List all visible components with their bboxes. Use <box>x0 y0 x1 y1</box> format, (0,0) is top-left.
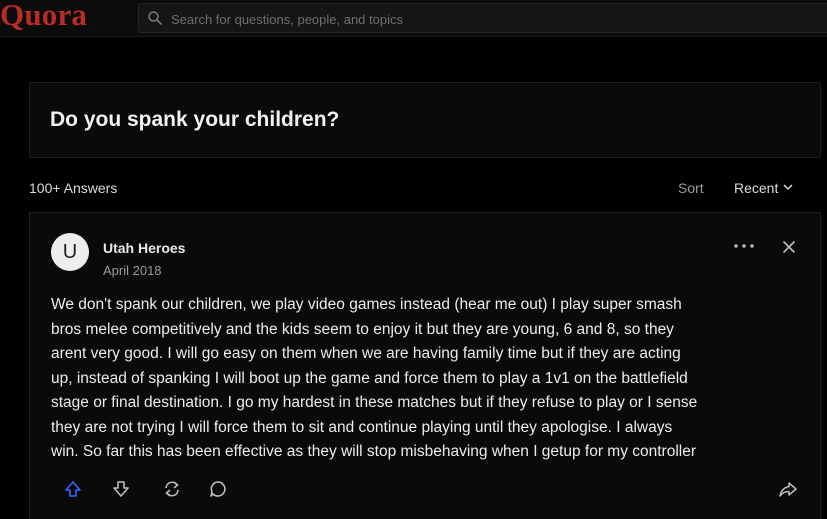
answer-text: We don't spank our children, we play vid… <box>51 293 813 465</box>
share-forward-icon[interactable] <box>778 479 798 499</box>
answer-card: U Utah Heroes April 2018 We don't spank … <box>29 212 821 519</box>
answer-line: arent very good. I will go easy on them … <box>51 345 681 362</box>
close-icon[interactable] <box>782 240 796 254</box>
search-bar[interactable] <box>138 3 827 33</box>
more-horizontal-icon[interactable] <box>733 241 755 251</box>
comment-icon[interactable] <box>208 479 228 499</box>
search-icon <box>148 11 162 25</box>
chevron-down-icon <box>783 184 793 191</box>
downvote-arrow-icon[interactable] <box>111 479 131 499</box>
page: Quora Do you spank your children? 100+ A… <box>0 0 827 519</box>
question-title[interactable]: Do you spank your children? <box>50 108 339 132</box>
answers-bar: 100+ Answers Sort Recent <box>29 177 821 201</box>
author-name[interactable]: Utah Heroes <box>103 240 185 256</box>
answer-date[interactable]: April 2018 <box>103 263 162 278</box>
reshare-icon[interactable] <box>162 479 182 499</box>
avatar[interactable]: U <box>51 233 89 271</box>
answer-line: up, instead of spanking I will boot up t… <box>51 369 688 387</box>
sort-dropdown[interactable]: Recent <box>734 180 793 196</box>
top-header: Quora <box>0 0 827 37</box>
answer-actions <box>30 479 822 503</box>
answer-line: stage or final destination. I go my hard… <box>51 394 698 411</box>
sort-value: Recent <box>734 180 779 196</box>
answer-line: they are not trying I will force them to… <box>51 418 673 436</box>
question-card: Do you spank your children? <box>29 82 821 158</box>
sort-label: Sort <box>678 180 704 196</box>
upvote-arrow-icon[interactable] <box>63 479 83 499</box>
quora-logo[interactable]: Quora <box>0 0 87 33</box>
answer-line: bros melee competitively and the kids se… <box>51 320 674 338</box>
answer-line: win. So far this has been effective as t… <box>51 443 697 460</box>
search-input[interactable] <box>169 7 773 31</box>
answers-count: 100+ Answers <box>29 180 118 196</box>
answer-line: We don't spank our children, we play vid… <box>51 296 682 313</box>
